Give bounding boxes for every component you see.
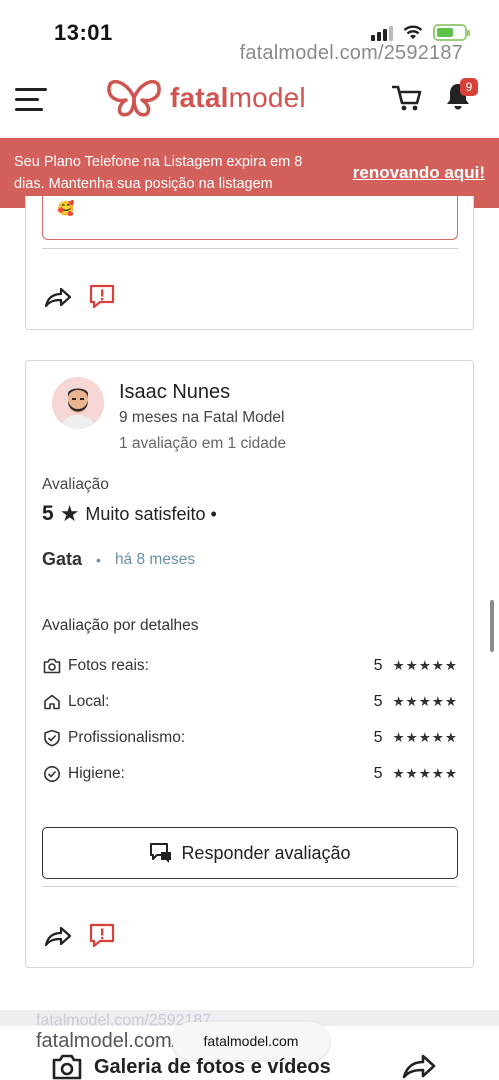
shield-check-icon (42, 728, 62, 748)
cellular-signal-icon (371, 25, 393, 41)
detail-row-profissionalismo: Profissionalismo: 5 ★★★★★ (42, 727, 458, 749)
battery-icon (433, 24, 470, 41)
separator-dot: • (96, 551, 101, 568)
rating-label: Avaliação (42, 476, 109, 493)
divider (42, 248, 458, 249)
author-name[interactable]: Isaac Nunes (119, 381, 230, 404)
home-icon (42, 692, 62, 712)
detail-row-local: Local: 5 ★★★★★ (42, 691, 458, 713)
author-review-count: 1 avaliação em 1 cidade (119, 435, 287, 452)
review-card: Isaac Nunes 9 meses na Fatal Model 1 ava… (25, 360, 474, 968)
logo-text: fatalmodel (170, 82, 306, 113)
url-watermark: fatalmodel.com/2592187 (239, 42, 463, 64)
member-since: 9 meses na Fatal Model (119, 409, 285, 426)
report-icon[interactable] (88, 284, 116, 310)
rating-text: Muito satisfeito • (85, 503, 217, 524)
detail-name: Higiene: (68, 765, 125, 782)
renew-link[interactable]: renovando aqui! (353, 163, 485, 183)
menu-icon[interactable] (15, 88, 47, 112)
detail-row-higiene: Higiene: 5 ★★★★★ (42, 763, 458, 785)
detail-stars: ★★★★★ (392, 730, 458, 745)
review-category: Gata (42, 549, 83, 569)
logo[interactable]: fatalmodel (106, 76, 306, 120)
detail-score: 5 (373, 657, 383, 674)
avatar[interactable] (52, 377, 104, 429)
rating-value: 5 (42, 502, 54, 525)
check-circle-icon (42, 764, 62, 784)
avatar-illustration (52, 377, 104, 429)
share-icon[interactable] (44, 924, 72, 948)
detail-score: 5 (373, 693, 383, 710)
star-icon: ★ (59, 501, 80, 526)
review-time: há 8 meses (114, 550, 196, 568)
detail-stars: ★★★★★ (392, 766, 458, 781)
banner-message: Seu Plano Telefone na Listagem expira em… (14, 154, 303, 192)
previous-review-card: 🥰 (25, 196, 474, 330)
reply-emoji: 🥰 (57, 200, 75, 216)
review-category-row: Gata • há 8 meses (42, 549, 195, 570)
review-actions (44, 923, 116, 949)
overall-rating: 5 ★ Muito satisfeito • (42, 501, 217, 527)
detail-score: 5 (373, 765, 383, 782)
share-icon[interactable] (44, 285, 72, 309)
status-time: 13:01 (54, 20, 113, 45)
detail-stars: ★★★★★ (392, 658, 458, 673)
detail-stars: ★★★★★ (392, 694, 458, 709)
status-icons (371, 24, 470, 41)
reply-review-button[interactable]: Responder avaliação (42, 827, 458, 879)
detail-score: 5 (373, 729, 383, 746)
detail-name: Profissionalismo: (68, 729, 186, 746)
previous-review-actions (44, 284, 116, 310)
cart-icon[interactable] (392, 84, 422, 112)
detail-name: Local: (68, 693, 110, 710)
scrollbar[interactable] (490, 600, 494, 652)
chat-reply-icon (150, 843, 172, 863)
detail-name: Fotos reais: (68, 657, 149, 674)
butterfly-logo-icon (107, 79, 161, 117)
gallery-label: Galeria de fotos e vídeos (94, 1055, 331, 1078)
gallery-tab[interactable]: Galeria de fotos e vídeos (52, 1054, 331, 1080)
report-icon[interactable] (88, 923, 116, 949)
notification-badge: 9 (460, 78, 478, 96)
camera-icon (42, 656, 62, 676)
divider (42, 886, 458, 887)
previous-reply-box: 🥰 (42, 196, 458, 240)
app-header: fatalmodel 9 (0, 66, 499, 138)
camera-icon (52, 1054, 82, 1080)
status-bar: 13:01 fatalmodel.com/2592187 (0, 0, 499, 66)
reply-button-label: Responder avaliação (181, 842, 351, 863)
wifi-icon (403, 25, 423, 39)
share-icon[interactable] (402, 1052, 436, 1080)
detail-row-fotos: Fotos reais: 5 ★★★★★ (42, 655, 458, 677)
details-label: Avaliação por detalhes (42, 617, 199, 634)
